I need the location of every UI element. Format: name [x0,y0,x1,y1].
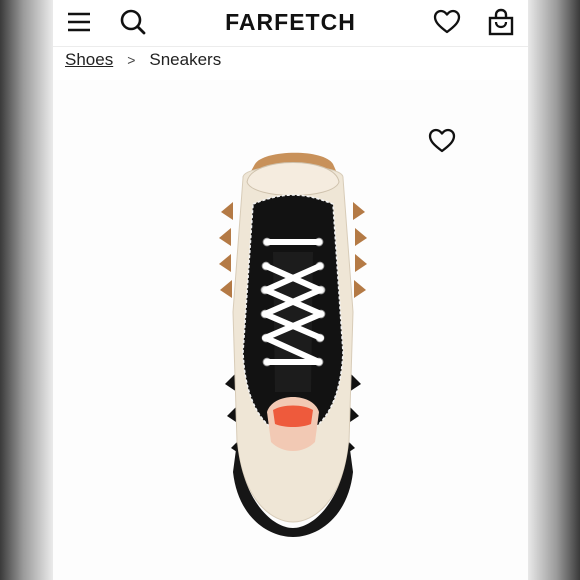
breadcrumb-shoes-link[interactable]: Shoes [65,50,113,70]
wishlist-heart-icon[interactable] [428,128,456,154]
bag-icon[interactable] [487,8,515,36]
top-navigation-bar: FARFETCH [53,0,528,47]
sneaker-image [219,152,367,537]
breadcrumb-current: Sneakers [149,50,222,69]
breadcrumb-separator: > [127,52,136,68]
product-image[interactable] [53,80,528,580]
app-screen: FARFETCH Shoes > Sneakers [53,0,528,580]
heart-icon[interactable] [433,9,461,35]
breadcrumb: Shoes > Sneakers [65,49,221,71]
